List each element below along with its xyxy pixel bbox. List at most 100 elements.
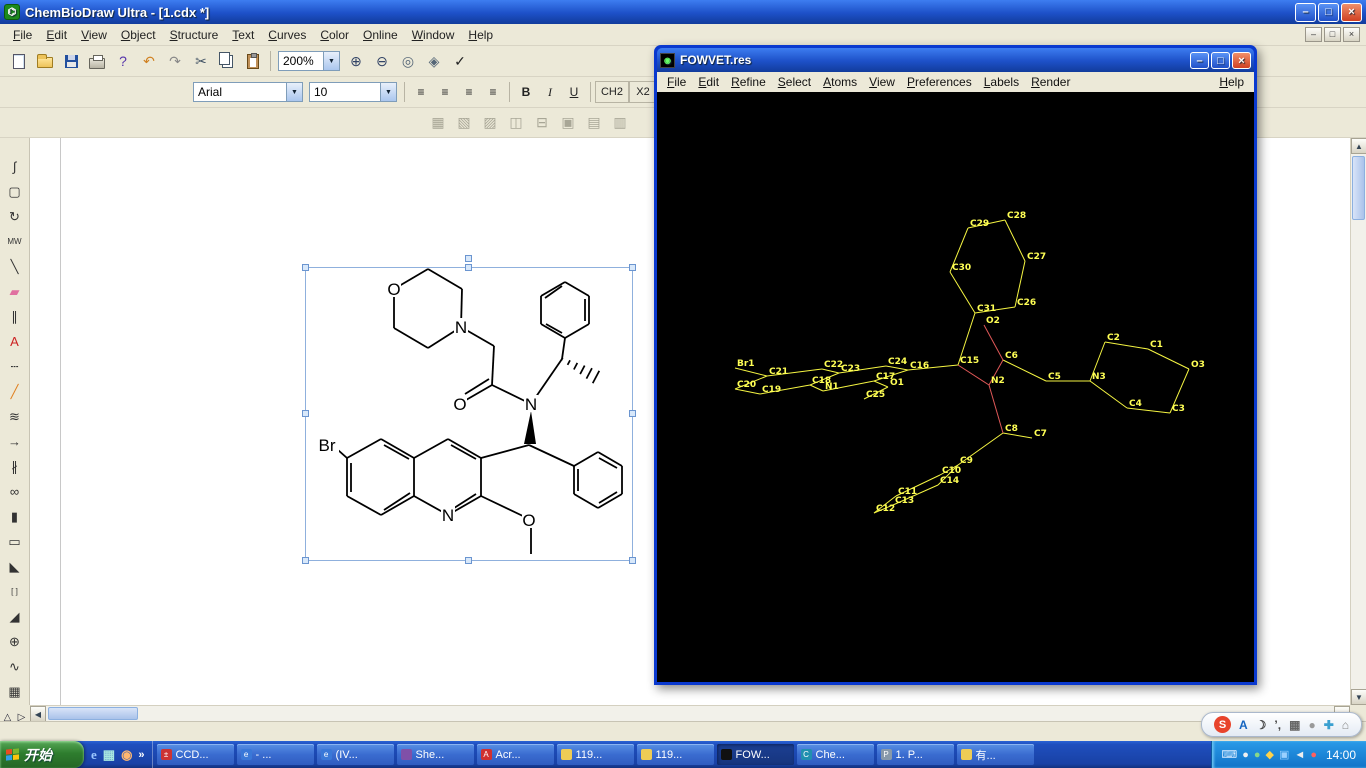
selection-handle[interactable] [629, 410, 636, 417]
task-button-iv[interactable]: e (IV... [316, 744, 394, 765]
fow-atom-C7[interactable]: C7 [1034, 429, 1047, 439]
tray-antivirus-icon[interactable]: ◆ [1266, 748, 1274, 761]
cut-button[interactable]: ✂ [188, 49, 214, 73]
tray-network-icon[interactable]: ▣ [1279, 748, 1289, 761]
zoom-combobox[interactable]: 200% ▼ [278, 51, 340, 71]
save-button[interactable] [58, 49, 84, 73]
task-button-ccd[interactable]: ± CCD... [156, 744, 234, 765]
sogou-user-icon[interactable]: ● [1308, 718, 1315, 732]
selection-handle[interactable] [302, 410, 309, 417]
task-button-item[interactable]: e- ... [236, 744, 314, 765]
quick-launch-ie[interactable]: e [91, 747, 97, 763]
fow-menu-render[interactable]: Render [1025, 74, 1076, 90]
bracket-tool[interactable]: [ ] [2, 579, 28, 604]
fow-menu-edit[interactable]: Edit [692, 74, 725, 90]
align-right-button[interactable]: ≡ [457, 81, 481, 103]
menu-object[interactable]: Object [114, 26, 163, 44]
minimize-button[interactable]: – [1295, 2, 1316, 22]
fow-atom-N2[interactable]: N2 [991, 376, 1005, 386]
align-left-button[interactable]: ≡ [409, 81, 433, 103]
sogou-punctuation-icon[interactable]: ’, [1274, 718, 1281, 732]
fow-atom-C28[interactable]: C28 [1007, 211, 1026, 221]
undo-button[interactable]: ↶ [136, 49, 162, 73]
task-button-che[interactable]: C Che... [796, 744, 874, 765]
triangle-shape-tool[interactable]: △ [1, 707, 14, 721]
analyze-structure-button[interactable]: ◈ [421, 49, 447, 73]
menu-file[interactable]: File [6, 26, 39, 44]
tray-im-icon[interactable]: ● [1242, 749, 1249, 761]
menu-text[interactable]: Text [225, 26, 261, 44]
hash-bond-tool[interactable]: ≋ [2, 404, 28, 429]
orbital-tool[interactable]: ∞ [2, 479, 28, 504]
view-structure-button[interactable]: ◎ [395, 49, 421, 73]
fowvet-maximize-button[interactable]: □ [1211, 51, 1230, 69]
group-button[interactable]: ▣ [555, 111, 581, 135]
close-button[interactable]: × [1341, 2, 1362, 22]
fow-atom-C24[interactable]: C24 [888, 357, 907, 367]
fow-atom-N1[interactable]: N1 [825, 382, 839, 392]
fow-atom-C21[interactable]: C21 [769, 367, 788, 377]
copy-button[interactable] [214, 49, 240, 73]
menu-structure[interactable]: Structure [163, 26, 226, 44]
menu-view[interactable]: View [74, 26, 114, 44]
fow-atom-C5[interactable]: C5 [1048, 372, 1061, 382]
zoom-out-button[interactable]: ⊖ [369, 49, 395, 73]
selection-handle[interactable] [302, 264, 309, 271]
task-button-she[interactable]: She... [396, 744, 474, 765]
underline-button[interactable]: U [562, 81, 586, 103]
clean-structure-button[interactable]: ▦ [425, 111, 451, 135]
fow-menu-atoms[interactable]: Atoms [817, 74, 863, 90]
tray-messenger-icon[interactable]: ● [1254, 749, 1261, 761]
vertical-scroll-thumb[interactable] [1352, 156, 1365, 220]
chevron-down-icon[interactable]: ▼ [286, 83, 302, 101]
help-button[interactable]: ? [110, 49, 136, 73]
fow-atom-C10[interactable]: C10 [942, 466, 961, 476]
align-justify-button[interactable]: ≡ [481, 81, 505, 103]
maximize-button[interactable]: □ [1318, 2, 1339, 22]
distribute-button[interactable]: ▥ [607, 111, 633, 135]
fow-atom-C30[interactable]: C30 [952, 263, 971, 273]
sogou-language-icon[interactable]: A [1239, 718, 1248, 732]
fow-atom-C12[interactable]: C12 [876, 504, 895, 514]
dashed-bond-tool[interactable]: ┄ [2, 354, 28, 379]
fow-atom-C26[interactable]: C26 [1017, 298, 1036, 308]
fow-atom-C2[interactable]: C2 [1107, 333, 1120, 343]
italic-button[interactable]: I [538, 81, 562, 103]
horizontal-scroll-thumb[interactable] [48, 707, 138, 720]
document-close-button[interactable]: × [1343, 27, 1360, 42]
fow-atom-O3[interactable]: O3 [1191, 360, 1205, 370]
sogou-settings-icon[interactable]: ✚ [1324, 718, 1334, 732]
rotate-3d-button[interactable]: ▨ [477, 111, 503, 135]
fow-atom-C16[interactable]: C16 [910, 361, 929, 371]
fow-menu-preferences[interactable]: Preferences [901, 74, 978, 90]
check-structure-button[interactable]: ✓ [447, 49, 473, 73]
mw-tool[interactable]: MW [2, 229, 28, 254]
font-combobox[interactable]: Arial ▼ [193, 82, 303, 102]
vertical-scrollbar[interactable]: ▲ ▼ [1350, 138, 1366, 705]
wedge-bond-tool[interactable]: ◣ [2, 554, 28, 579]
rotate-tool[interactable]: ↻ [2, 204, 28, 229]
fow-atom-C29[interactable]: C29 [970, 219, 989, 229]
fow-menu-refine[interactable]: Refine [725, 74, 772, 90]
parallel-bond-tool[interactable]: ∦ [2, 454, 28, 479]
fowvet-close-button[interactable]: × [1232, 51, 1251, 69]
arrow-tool[interactable]: → [2, 429, 28, 454]
selection-handle[interactable] [465, 264, 472, 271]
multiple-bond-tool[interactable]: ∥ [2, 304, 28, 329]
fow-atom-C14[interactable]: C14 [940, 476, 959, 486]
fow-atom-C6[interactable]: C6 [1005, 351, 1018, 361]
fowvet-minimize-button[interactable]: – [1190, 51, 1209, 69]
paste-button[interactable] [240, 49, 266, 73]
align-button[interactable]: ▤ [581, 111, 607, 135]
fow-atom-C25[interactable]: C25 [866, 390, 885, 400]
bold-button[interactable]: B [514, 81, 538, 103]
scroll-up-button[interactable]: ▲ [1351, 138, 1366, 154]
fow-atom-C31[interactable]: C31 [977, 304, 996, 314]
arrowhead-shape-tool[interactable]: ▷ [15, 707, 28, 721]
tray-volume-icon[interactable]: ◄ [1294, 749, 1305, 761]
menu-help[interactable]: Help [461, 26, 500, 44]
sogou-toolbox-icon[interactable]: ⌂ [1342, 718, 1349, 732]
chevron-down-icon[interactable]: ▼ [323, 52, 339, 70]
hashed-wedge-tool[interactable]: ◢ [2, 604, 28, 629]
superscript-button[interactable]: X2 [629, 81, 657, 103]
